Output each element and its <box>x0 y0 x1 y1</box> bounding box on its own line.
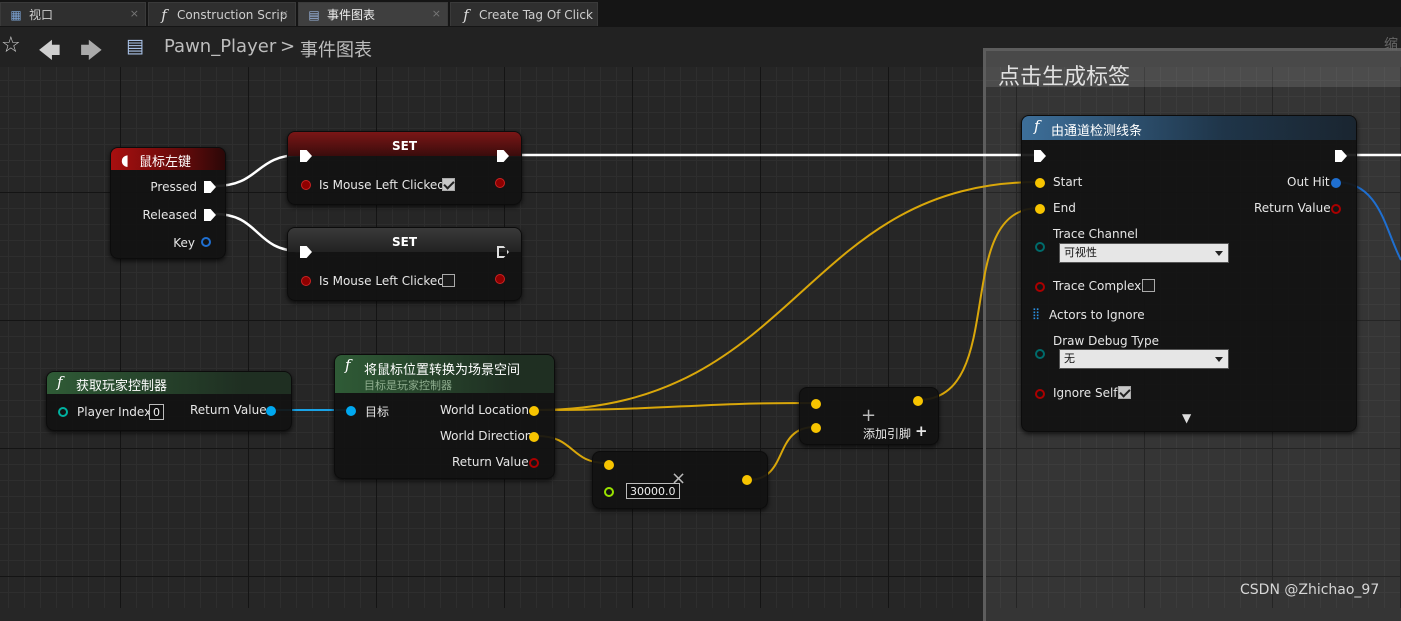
pin-label-world-direction: World Direction <box>440 429 533 443</box>
pin-label-start: Start <box>1053 175 1083 189</box>
vector-pin-a[interactable] <box>811 399 821 409</box>
node-subtitle: 目标是玩家控制器 <box>364 379 452 392</box>
node-set-false[interactable]: SET Is Mouse Left Clicked <box>287 227 522 301</box>
add-pin-label[interactable]: 添加引脚 <box>863 425 911 442</box>
pin-label-released: Released <box>142 208 197 222</box>
array-grid-icon[interactable]: ⣿ <box>1032 307 1040 320</box>
pin-label-return: Return Value <box>452 455 529 469</box>
value-checkbox[interactable] <box>442 178 455 191</box>
pin-label-target: 目标 <box>365 405 390 419</box>
node-add[interactable]: + 添加引脚 + <box>799 387 939 445</box>
pin-label-pressed: Pressed <box>150 180 197 194</box>
pin-label-trace-channel: Trace Channel <box>1053 227 1138 241</box>
multiplier-field[interactable]: 30000.0 <box>626 483 680 499</box>
watermark: CSDN @Zhichao_97 <box>1240 582 1380 598</box>
node-multiply[interactable]: × 30000.0 <box>592 451 768 509</box>
object-pin-target[interactable] <box>346 406 356 416</box>
chevron-down-icon <box>1215 357 1223 362</box>
byte-pin-debug-type[interactable] <box>1035 349 1045 359</box>
bool-pin-in[interactable] <box>301 180 311 190</box>
bool-pin-return[interactable] <box>1331 204 1341 214</box>
vector-wire-location-start <box>536 181 1040 411</box>
vector-pin-out[interactable] <box>742 475 752 485</box>
bool-pin-ignore-self[interactable] <box>1035 389 1045 399</box>
pin-label-trace-complex: Trace Complex <box>1053 279 1142 293</box>
function-icon: f <box>345 356 351 374</box>
struct-pin-out-hit[interactable] <box>1331 178 1341 188</box>
bool-pin-out[interactable] <box>495 178 505 188</box>
node-convert-mouse-to-world[interactable]: f 将鼠标位置转换为场景空间 目标是玩家控制器 目标 World Locatio… <box>334 354 555 479</box>
object-pin-return[interactable] <box>266 406 276 416</box>
float-pin-b[interactable] <box>604 487 614 497</box>
exec-pin-out[interactable] <box>1335 150 1347 162</box>
add-icon: + <box>861 405 877 426</box>
dropdown-value: 可视性 <box>1064 246 1097 259</box>
exec-pin-released[interactable] <box>204 209 216 221</box>
var-label: Is Mouse Left Clicked <box>319 274 445 288</box>
pin-label-ignore-self: Ignore Self <box>1053 386 1118 400</box>
function-icon: f <box>1034 117 1040 135</box>
byte-pin-trace-channel[interactable] <box>1035 242 1045 252</box>
var-label: Is Mouse Left Clicked <box>319 178 445 192</box>
vector-pin-out[interactable] <box>913 396 923 406</box>
value-checkbox[interactable] <box>442 274 455 287</box>
vector-pin-start[interactable] <box>1035 178 1045 188</box>
node-left-mouse-button[interactable]: ◖ 鼠标左键 Pressed Released Key <box>110 147 226 259</box>
add-pin-icon[interactable]: + <box>915 422 928 440</box>
bool-pin-return[interactable] <box>529 458 539 468</box>
function-icon: f <box>57 373 63 391</box>
node-set-true[interactable]: SET Is Mouse Left Clicked <box>287 131 522 205</box>
vector-pin-world-location[interactable] <box>529 406 539 416</box>
pin-label-end: End <box>1053 201 1076 215</box>
key-struct-pin[interactable] <box>201 237 211 247</box>
node-line-trace-by-channel[interactable]: f 由通道检测线条 Start End Out Hit Return Value… <box>1021 115 1357 432</box>
draw-debug-dropdown[interactable]: 无 <box>1059 349 1229 369</box>
node-title: 由通道检测线条 <box>1051 124 1143 139</box>
node-title: SET <box>392 235 418 249</box>
vector-wire-location-add <box>536 402 816 411</box>
pin-label-player-index: Player Index <box>77 405 152 419</box>
pin-label-actors-to-ignore: Actors to Ignore <box>1049 308 1145 322</box>
node-get-player-controller[interactable]: f 获取玩家控制器 Player Index 0 Return Value <box>46 371 292 431</box>
vector-pin-b[interactable] <box>811 423 821 433</box>
pin-label-return: Return Value <box>190 403 267 417</box>
node-title: 鼠标左键 <box>139 155 192 170</box>
chevron-down-icon <box>1215 251 1223 256</box>
exec-pin-in[interactable] <box>1034 150 1046 162</box>
vector-pin-world-direction[interactable] <box>529 432 539 442</box>
player-index-field[interactable]: 0 <box>149 404 164 420</box>
pin-label-return: Return Value <box>1254 201 1331 215</box>
vector-pin-a[interactable] <box>604 460 614 470</box>
node-title: SET <box>392 139 418 153</box>
bool-pin-trace-complex[interactable] <box>1035 282 1045 292</box>
int-pin-player-index[interactable] <box>58 407 68 417</box>
pin-label-world-location: World Location <box>440 403 529 417</box>
node-title: 获取玩家控制器 <box>76 379 168 394</box>
node-title: 将鼠标位置转换为场景空间 <box>364 363 521 378</box>
trace-channel-dropdown[interactable]: 可视性 <box>1059 243 1229 263</box>
trace-complex-checkbox[interactable] <box>1142 279 1155 292</box>
vector-pin-end[interactable] <box>1035 204 1045 214</box>
expand-arrow-icon[interactable]: ▼ <box>1182 411 1191 425</box>
dropdown-value: 无 <box>1064 352 1075 365</box>
pin-label-out-hit: Out Hit <box>1287 175 1330 189</box>
bool-pin-out[interactable] <box>495 274 505 284</box>
pin-label-key: Key <box>173 236 195 250</box>
pin-label-draw-debug: Draw Debug Type <box>1053 334 1159 348</box>
ignore-self-checkbox[interactable] <box>1118 386 1131 399</box>
mouse-icon: ◖ <box>121 151 129 169</box>
bool-pin-in[interactable] <box>301 276 311 286</box>
exec-pin-pressed[interactable] <box>204 181 216 193</box>
